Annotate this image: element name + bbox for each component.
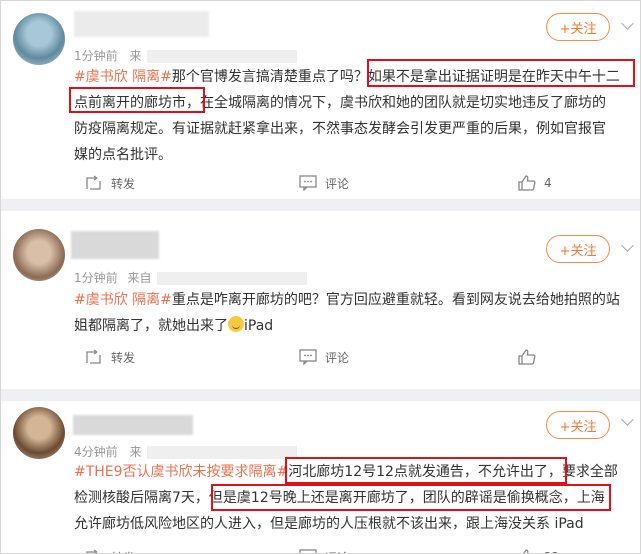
- text-line: 允许廊坊低风险地区的人进入，但是廊坊的人压根就不该出来，跟上海没关系 iPad: [74, 516, 584, 532]
- like-button[interactable]: 22: [518, 545, 559, 553]
- post-actions: 转发 评论: [1, 345, 640, 369]
- post-actions: 转发 评论 4: [1, 171, 640, 195]
- source-blurred: [147, 446, 298, 459]
- like-button[interactable]: 4: [518, 171, 552, 195]
- post-separator: [1, 389, 640, 401]
- post-source: 来自: [127, 271, 152, 285]
- weibo-post: 1分钟前 来 +关注 #虞书欣 隔离#那个官博发言搞清楚重点了吗？如果不是拿出证…: [1, 1, 640, 199]
- weibo-post: 4分钟前 来 +关注 #THE9否认虞书欣未按要求隔离#河北廊坊12号12点就发…: [1, 401, 640, 553]
- chevron-down-icon[interactable]: [621, 239, 634, 252]
- text-line: 检测核酸后隔离7天，但是虞12号晚上还是离开廊坊了，团队的辟谣是偷换概念，上海: [74, 490, 605, 506]
- follow-button[interactable]: +关注: [546, 235, 610, 263]
- like-icon: [518, 349, 536, 365]
- post-time: 1分钟前: [74, 271, 118, 285]
- repost-icon: [86, 349, 101, 364]
- text-line: #虞书欣 隔离#那个官博发言搞清楚重点了吗？如果不是拿出证据证明是在昨天中午十二: [74, 69, 620, 85]
- post-separator: [1, 199, 640, 211]
- post-meta: 1分钟前 来: [74, 47, 298, 64]
- source-blurred: [147, 50, 298, 63]
- post-source: 来: [129, 49, 142, 63]
- comment-button[interactable]: 评论: [299, 545, 349, 553]
- text-line: 防疫隔离规定。有证据就赶紧拿出来，不然事态发酵会引发更严重的后果，例如官报官: [74, 121, 606, 137]
- username-blurred[interactable]: [74, 11, 209, 37]
- like-icon: [518, 175, 536, 191]
- repost-button[interactable]: 转发: [85, 345, 135, 369]
- weibo-post: 1分钟前 来自 +关注 #虞书欣 隔离#重点是咋离开廊坊的吧？官方回应避重就轻。…: [1, 211, 640, 389]
- source-blurred: [157, 272, 308, 285]
- chevron-down-icon[interactable]: [621, 413, 634, 426]
- like-icon: [523, 549, 529, 553]
- avatar[interactable]: [13, 13, 65, 65]
- follow-button[interactable]: +关注: [546, 411, 610, 439]
- username-blurred[interactable]: [73, 415, 193, 435]
- comment-button[interactable]: 评论: [299, 345, 349, 369]
- chevron-down-icon[interactable]: [621, 17, 634, 30]
- post-meta: 1分钟前 来自: [74, 269, 308, 286]
- comment-icon: [299, 349, 317, 365]
- avatar[interactable]: [13, 407, 65, 459]
- repost-icon: [86, 549, 98, 553]
- text-line: #虞书欣 隔离#重点是咋离开廊坊的吧？官方回应避重就轻。看到网友说去给她拍照的站: [74, 292, 620, 308]
- hashtag-link[interactable]: #THE9否认虞书欣未按要求隔离#: [74, 464, 288, 480]
- hashtag-link[interactable]: #虞书欣 隔离#: [74, 69, 172, 85]
- username-blurred[interactable]: [71, 231, 159, 259]
- text-line: 媒的点名批评。: [74, 147, 172, 163]
- like-button[interactable]: [518, 345, 544, 369]
- avatar[interactable]: [13, 229, 65, 281]
- repost-button[interactable]: 转发: [85, 545, 135, 553]
- post-actions: 转发 评论 22: [1, 545, 640, 553]
- text-line: 点前离开的廊坊市，在全城隔离的情况下，虞书欣和她的团队就是切实地违反了廊坊的: [74, 95, 606, 111]
- comment-button[interactable]: 评论: [299, 171, 349, 195]
- post-source: 来: [129, 445, 142, 459]
- post-time: 4分钟前: [74, 445, 118, 459]
- text-line: 姐都隔离了，就她出来了 iPad: [74, 316, 274, 334]
- follow-button[interactable]: +关注: [546, 13, 610, 41]
- emoji-icon: [228, 316, 244, 332]
- repost-icon: [86, 175, 101, 190]
- post-meta: 4分钟前 来: [74, 443, 298, 460]
- post-time: 1分钟前: [74, 49, 118, 63]
- comment-icon: [299, 549, 317, 553]
- hashtag-link[interactable]: #虞书欣 隔离#: [74, 292, 172, 308]
- repost-button[interactable]: 转发: [85, 171, 135, 195]
- weibo-feed-screenshot: 1分钟前 来 +关注 #虞书欣 隔离#那个官博发言搞清楚重点了吗？如果不是拿出证…: [0, 0, 641, 554]
- post-text: #虞书欣 隔离#那个官博发言搞清楚重点了吗？如果不是拿出证据证明是在昨天中午十二…: [74, 64, 636, 168]
- comment-icon: [299, 175, 317, 191]
- post-text: #虞书欣 隔离#重点是咋离开廊坊的吧？官方回应避重就轻。看到网友说去给她拍照的站…: [74, 287, 636, 339]
- text-line: #THE9否认虞书欣未按要求隔离#河北廊坊12号12点就发通告，不允许出了，要求…: [74, 464, 618, 480]
- post-text: #THE9否认虞书欣未按要求隔离#河北廊坊12号12点就发通告，不允许出了，要求…: [74, 459, 636, 537]
